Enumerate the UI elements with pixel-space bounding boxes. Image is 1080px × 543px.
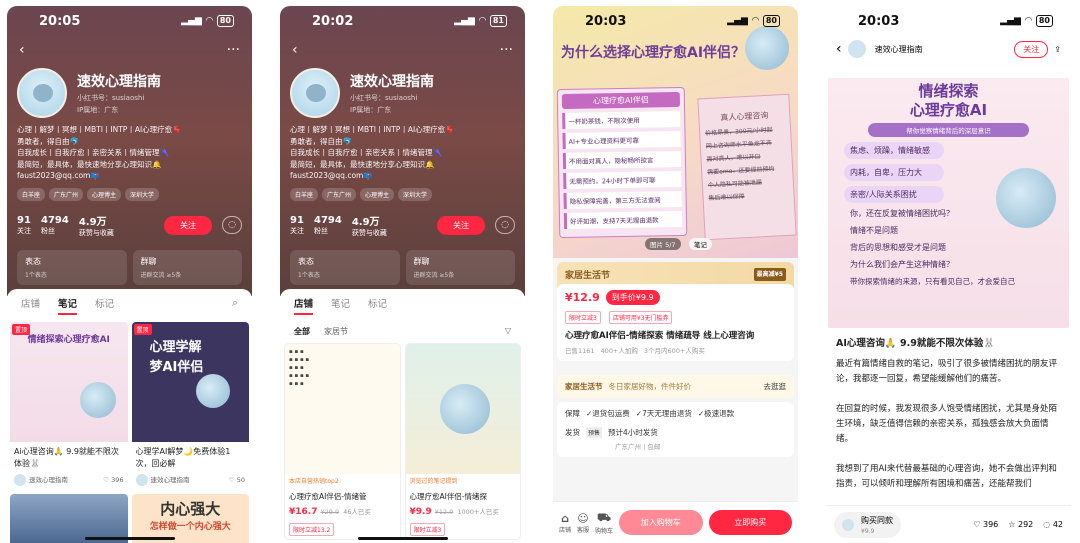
card-group-chat[interactable]: 群聊 进群交流 ≥5条 — [405, 249, 515, 285]
signal-icon: ▂▄▆ — [1000, 16, 1021, 26]
follow-button[interactable]: 关注 — [437, 215, 485, 235]
tab-fav[interactable]: 标记 — [95, 296, 114, 315]
shipping-row[interactable]: 发货 预售 预计4小时发货 — [565, 427, 786, 438]
follow-button[interactable]: 关注 — [164, 215, 212, 235]
note-action-bar: 购买同款 ¥9.9 ♡ 396 ☆ 292 ◌ 42 — [826, 505, 1071, 543]
note-card[interactable]: 内心强大 怎样做一个内心强大 — [131, 494, 249, 543]
product-image[interactable]: 20:03 ▂▄▆ ◠ 80 为什么选择心理疗愈AI伴侣？ 心理疗愈AI伴侣 一杯奶茶… — [553, 6, 798, 258]
back-icon[interactable]: ‹ — [19, 42, 25, 58]
bottom-action-bar: ⌂ 店铺 ☺ 客服 ⛟ 购物车 加入购物车 立即购买 — [553, 501, 798, 543]
author-avatar[interactable] — [847, 40, 866, 58]
profile-ip: IP属地：广东 — [77, 106, 119, 114]
screen-product-detail: 20:03 ▂▄▆ ◠ 80 为什么选择心理疗愈AI伴侣？ 心理疗愈AI伴侣 一杯奶茶… — [553, 6, 798, 543]
message-icon[interactable]: ◌ — [222, 216, 242, 234]
content-panel: 店铺 笔记 标记 ⌕ 置顶 情绪探索心理疗愈AI Ai心理咨询🙏 9.9就能不限… — [7, 289, 252, 543]
filter-all[interactable]: 全部 — [294, 326, 310, 337]
search-icon[interactable]: ⌕ — [232, 296, 238, 315]
battery-icon: 81 — [489, 15, 507, 27]
profile-bio: 心理丨解梦丨冥想丨MBTI丨INTP丨AI心理疗愈🫀 勇敢者，得自由🐬 自我成长丨自… — [17, 125, 182, 180]
share-icon[interactable]: ⇪ — [1054, 45, 1061, 54]
stat-likes[interactable]: 4.9万 获赞与收藏 — [79, 213, 114, 238]
time: 20:05 — [39, 13, 81, 29]
product-card[interactable]: 浏览过的笔记提到 心理疗愈AI伴侣-情绪探 ¥9.9 ¥12.9 1000+人已买 … — [404, 343, 521, 540]
bird-illustration — [80, 382, 116, 418]
note-body: AI心理咨询🙏 9.9就能不限次体验🐰 最近有篇情绪自救的笔记，吸引了很多被情绪… — [836, 338, 1058, 489]
shop-icon[interactable]: ⌂ 店铺 — [559, 512, 571, 534]
battery-icon: 80 — [1035, 15, 1053, 27]
tab-notes[interactable]: 笔记 — [58, 296, 78, 315]
more-icon[interactable]: ··· — [500, 42, 513, 58]
product-title: 心理疗愈AI伴侣-情绪探索 情绪疏导 线上心理咨询 — [565, 331, 755, 341]
profile-header: 20:05 ▂▄▆ ◠ 80 ‹ ··· 速效心理指南 小红书号：susiaoshi … — [7, 6, 252, 296]
avatar[interactable] — [17, 68, 67, 118]
more-icon[interactable]: ··· — [227, 42, 240, 58]
note-tab[interactable]: 笔记 — [689, 238, 712, 250]
message-icon[interactable]: ◌ — [495, 216, 515, 234]
author-avatar — [14, 474, 26, 486]
wifi-icon: ◠ — [205, 16, 213, 26]
wifi-icon: ◠ — [751, 16, 759, 26]
price: ¥12.9 — [565, 291, 600, 304]
wifi-icon: ◠ — [478, 16, 486, 26]
screen-profile-shop: 20:02 ▂▄▆ ◠ 81 ‹ ··· 速效心理指南 小红书号：susiaoshi IP属… — [280, 6, 525, 543]
screen-note-detail: 20:03 ▂▄▆ ◠ 80 ‹ 速效心理指南 关注 ⇪ 情绪探索 心理疗愈AI 帮你… — [826, 6, 1071, 543]
status-bar: 20:05 ▂▄▆ ◠ 80 — [7, 6, 252, 36]
filter-icon[interactable]: ▽ — [505, 326, 511, 337]
avatar[interactable] — [290, 68, 340, 118]
tab-fav[interactable]: 标记 — [368, 296, 387, 315]
tab-notes[interactable]: 笔记 — [331, 296, 350, 315]
pinned-badge: 置顶 — [12, 324, 31, 335]
signal-icon: ▂▄▆ — [454, 16, 475, 26]
guarantee-row[interactable]: 保障 ✓退货包运费 ✓7天无理由退货 ✓极速退款 — [565, 408, 786, 419]
tab-shop[interactable]: 店铺 — [294, 296, 314, 315]
page-indicator: 图片 5/7 — [645, 238, 681, 250]
battery-icon: 80 — [216, 15, 234, 27]
bird-illustration — [195, 374, 230, 408]
like-icon[interactable]: ♡ 50 — [229, 476, 245, 484]
card-reactions[interactable]: 表态 1个表态 — [290, 249, 400, 285]
author-name[interactable]: 速效心理指南 — [875, 44, 923, 55]
product-card[interactable]: ▪ ▪ ▪ ▪ ▪ ▪ ▪ ▪ ▪ ▪ ▪ ▪ ▪ ▪ ▪ ▪ ▪ 本店自营热销top2… — [284, 343, 401, 540]
card-reactions[interactable]: 表态 1个表态 — [17, 249, 127, 285]
filter-home[interactable]: 家居节 — [324, 326, 348, 337]
add-to-cart-button[interactable]: 加入购物车 — [619, 510, 703, 535]
back-icon[interactable]: ‹ — [836, 41, 842, 57]
follow-button[interactable]: 关注 — [1014, 40, 1049, 58]
screen-profile-notes: 20:05 ▂▄▆ ◠ 80 ‹ ··· 速效心理指南 小红书号：susiaoshi … — [7, 6, 252, 543]
bird-illustration — [996, 168, 1056, 228]
wifi-icon: ◠ — [1024, 16, 1032, 26]
note-image[interactable]: 情绪探索 心理疗愈AI 帮你觉察情绪背后的深层意识 焦虑、烦躁，情绪敏感 内耗，… — [828, 78, 1069, 328]
like-icon[interactable]: ♡ 396 — [973, 520, 998, 529]
bird-illustration — [439, 384, 490, 434]
profile-name: 速效心理指南 — [77, 74, 161, 90]
stat-fans[interactable]: 4794 粉丝 — [41, 215, 69, 236]
signal-icon: ▂▄▆ — [181, 16, 202, 26]
service-icon[interactable]: ☺ 客服 — [577, 512, 589, 534]
like-icon[interactable]: ♡ 396 — [103, 476, 123, 484]
profile-id: 小红书号：susiaoshi — [77, 94, 145, 102]
profile-header: 20:02 ▂▄▆ ◠ 81 ‹ ··· 速效心理指南 小红书号：susiaoshi IP属… — [280, 6, 525, 296]
star-icon[interactable]: ☆ 292 — [1008, 520, 1033, 529]
back-icon[interactable]: ‹ — [292, 42, 298, 58]
cart-icon[interactable]: ⛟ 购物车 — [595, 511, 613, 535]
comment-icon[interactable]: ◌ 42 — [1043, 520, 1063, 529]
note-card[interactable]: 置顶 情绪探索心理疗愈AI Ai心理咨询🙏 9.9就能不限次体验🐰 速效心理指南… — [10, 322, 128, 488]
stat-follows[interactable]: 91 关注 — [17, 215, 31, 236]
battery-icon: 80 — [762, 15, 780, 27]
buy-now-button[interactable]: 立即购买 — [708, 510, 793, 535]
buy-same-button[interactable]: 购买同款 ¥9.9 — [834, 511, 901, 538]
festival-bar[interactable]: 家居生活节 冬日家居好物，件件好价 去逛逛 — [557, 375, 794, 398]
tab-shop[interactable]: 店铺 — [21, 296, 40, 315]
profile-tags: 白羊座 广东广州 心理博主 深圳大学 — [7, 182, 252, 207]
card-group-chat[interactable]: 群聊 进群交流 ≥5条 — [132, 249, 242, 285]
note-card[interactable]: 置顶 心理学解梦AI伴侣 心理学AI解梦🌙免费体验1次，回必解 速效心理指南 ♡ … — [131, 322, 249, 488]
note-card[interactable] — [10, 494, 128, 543]
signal-icon: ▂▄▆ — [727, 16, 748, 26]
